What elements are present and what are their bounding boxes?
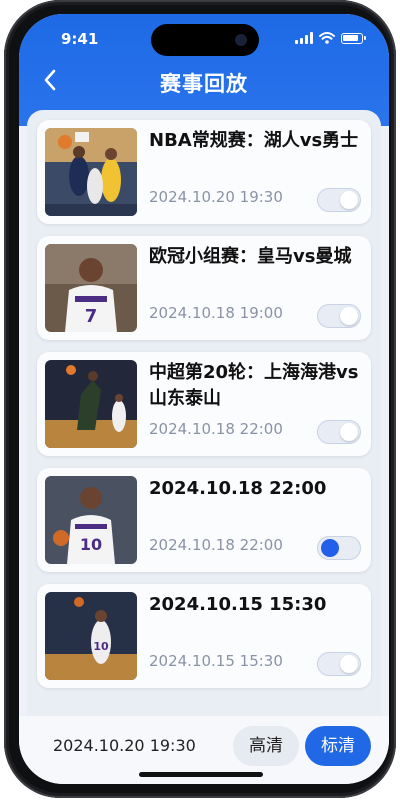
phone-frame: 9:41 赛事回放 NBA常规赛：湖人vs勇士 2024.10.20 19:30… [4, 0, 396, 798]
status-icons [295, 32, 366, 44]
item-toggle[interactable] [317, 304, 361, 328]
sd-quality-button[interactable]: 标清 [305, 726, 371, 766]
item-title: NBA常规赛：湖人vs勇士 [149, 130, 359, 151]
dynamic-island [151, 24, 259, 56]
list-item[interactable]: 10 2024.10.15 15:30 2024.10.15 15:30 [37, 584, 371, 688]
thumbnail-image: 10 [45, 476, 137, 564]
list-item[interactable]: NBA常规赛：湖人vs勇士 2024.10.20 19:30 [37, 120, 371, 224]
battery-icon [341, 32, 366, 44]
toggle-knob [340, 423, 358, 441]
toggle-knob [340, 307, 358, 325]
list-item[interactable]: 10 2024.10.18 22:00 2024.10.18 22:00 [37, 468, 371, 572]
thumbnail-image [45, 360, 137, 448]
item-date: 2024.10.18 19:00 [149, 304, 283, 322]
svg-text:7: 7 [85, 306, 98, 327]
item-date: 2024.10.20 19:30 [149, 188, 283, 206]
home-indicator [139, 772, 263, 777]
item-title: 中超第20轮：上海海港vs山东泰山 [149, 362, 359, 409]
item-date: 2024.10.18 22:00 [149, 420, 283, 438]
svg-text:10: 10 [93, 640, 109, 653]
list-item[interactable]: 7 欧冠小组赛：皇马vs曼城 2024.10.18 19:00 [37, 236, 371, 340]
nav-bar: 赛事回放 [19, 64, 389, 98]
screen: 9:41 赛事回放 NBA常规赛：湖人vs勇士 2024.10.20 19:30… [19, 14, 389, 784]
status-time: 9:41 [61, 30, 99, 48]
selected-date: 2024.10.20 19:30 [53, 736, 196, 755]
item-date: 2024.10.15 15:30 [149, 652, 283, 670]
item-title: 2024.10.15 15:30 [149, 594, 327, 615]
signal-icon [295, 32, 313, 44]
toggle-knob [340, 191, 358, 209]
status-bar: 9:41 [19, 24, 389, 56]
list-item[interactable]: 中超第20轮：上海海港vs山东泰山 2024.10.18 22:00 [37, 352, 371, 456]
thumbnail-image: 7 [45, 244, 137, 332]
replay-list: NBA常规赛：湖人vs勇士 2024.10.20 19:30 7 欧冠小组赛：皇… [27, 110, 381, 716]
hd-quality-button[interactable]: 高清 [233, 726, 299, 766]
thumbnail-image [45, 128, 137, 216]
item-toggle[interactable] [317, 420, 361, 444]
toggle-knob [321, 539, 339, 557]
item-date: 2024.10.18 22:00 [149, 536, 283, 554]
svg-text:10: 10 [80, 535, 102, 554]
page-title: 赛事回放 [160, 72, 248, 96]
item-toggle[interactable] [317, 188, 361, 212]
toggle-knob [340, 655, 358, 673]
camera-icon [235, 34, 247, 46]
item-toggle[interactable] [317, 536, 361, 560]
wifi-icon [319, 32, 335, 44]
item-toggle[interactable] [317, 652, 361, 676]
item-title: 欧冠小组赛：皇马vs曼城 [149, 246, 352, 267]
item-title: 2024.10.18 22:00 [149, 478, 327, 499]
thumbnail-image: 10 [45, 592, 137, 680]
